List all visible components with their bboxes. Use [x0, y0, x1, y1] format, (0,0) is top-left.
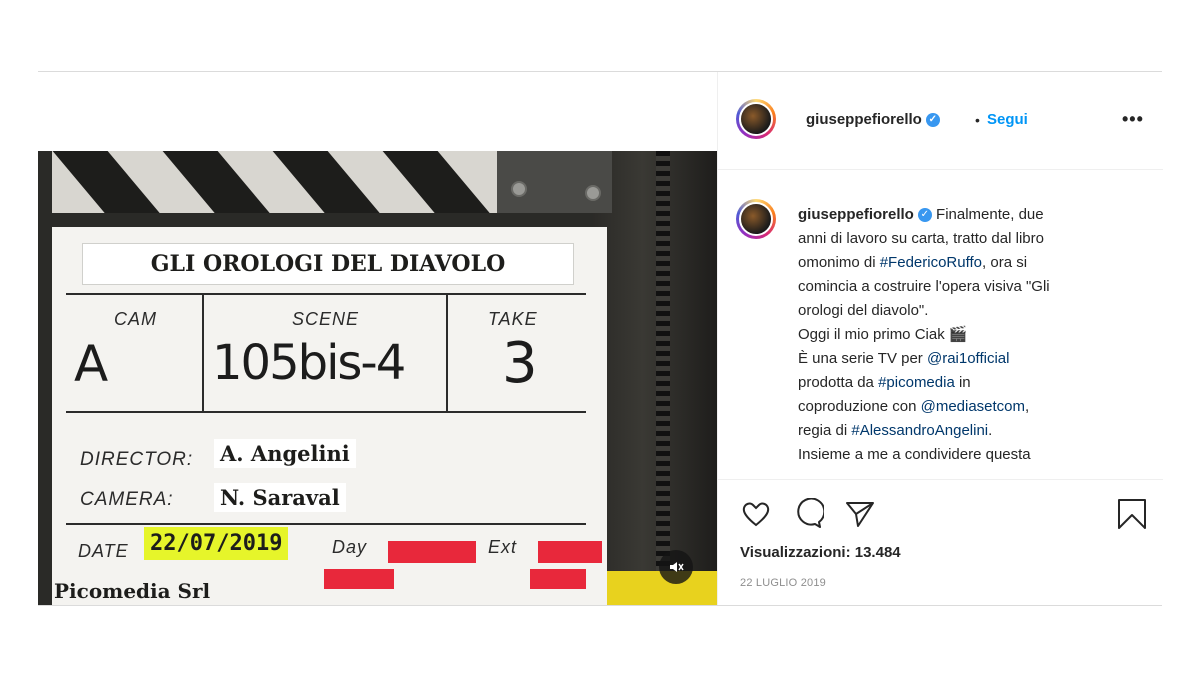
bookmark-icon[interactable]	[1116, 498, 1148, 530]
divider	[66, 411, 586, 413]
red-tape	[324, 569, 394, 589]
mention-link[interactable]: @rai1official	[927, 350, 1010, 367]
date-label: DATE	[78, 541, 129, 561]
hashtag-link[interactable]: #AlessandroAngelini	[851, 422, 988, 439]
caption-line: anni di lavoro su carta, tratto dal libr…	[798, 230, 1044, 247]
background-yellow	[593, 571, 717, 605]
red-tape	[530, 569, 586, 589]
caption-line: ,	[1025, 398, 1030, 415]
clapper-hinge	[497, 151, 612, 213]
clapper-title: GLI OROLOGI DEL DIAVOLO	[82, 243, 574, 285]
caption-line: .	[988, 422, 993, 439]
send-icon[interactable]	[844, 498, 876, 530]
caption-line: Finalmente, due	[936, 206, 1044, 223]
post-date[interactable]: 22 LUGLIO 2019	[740, 577, 826, 589]
screw	[585, 185, 601, 201]
director-value: A. Angelini	[214, 439, 356, 468]
divider	[202, 293, 204, 411]
scene-label: SCENE	[292, 309, 360, 329]
verified-badge-icon: ✓	[917, 208, 932, 223]
cam-label: CAM	[114, 309, 157, 329]
clapper-stripe	[255, 151, 404, 213]
caption-username[interactable]: giuseppefiorello	[798, 206, 914, 223]
divider	[66, 293, 586, 295]
caption-line: Oggi il mio primo Ciak 🎬	[798, 326, 968, 343]
post-media: GLI OROLOGI DEL DIAVOLO CAM SCENE TAKE A…	[38, 72, 717, 605]
screw	[511, 181, 527, 197]
hashtag-link[interactable]: #FedericoRuffo	[880, 254, 982, 271]
clapper-stripe	[145, 151, 294, 213]
take-label: TAKE	[488, 309, 538, 329]
follow-button[interactable]: Segui	[987, 111, 1028, 128]
caption-line: prodotta da	[798, 374, 874, 391]
verified-badge-icon: ✓	[925, 113, 940, 128]
clapper-stick	[52, 151, 612, 213]
take-value: 3	[502, 331, 538, 396]
username-text[interactable]: giuseppefiorello	[806, 111, 922, 128]
cam-value: A	[74, 335, 109, 393]
caption-line: Insieme a me a condividere questa	[798, 446, 1031, 463]
hashtag-link[interactable]: #picomedia	[878, 374, 955, 391]
post-sidebar: giuseppefiorello ✓ • Segui ••• giuseppefi…	[717, 72, 1163, 605]
caption-line: , ora si	[982, 254, 1028, 271]
camera-value: N. Saraval	[214, 483, 346, 512]
views-count[interactable]: Visualizzazioni: 13.484	[740, 544, 901, 561]
background-fabric	[593, 151, 717, 605]
action-bar: Visualizzazioni: 13.484 22 LUGLIO 2019	[718, 479, 1163, 606]
divider	[66, 523, 586, 525]
mute-button[interactable]	[659, 550, 693, 584]
comment-icon[interactable]	[792, 498, 824, 530]
caption-text: giuseppefiorello ✓ Finalmente, due anni d…	[798, 203, 1128, 467]
header-username[interactable]: giuseppefiorello ✓	[806, 111, 940, 128]
red-tape	[388, 541, 476, 563]
caption-line: omonimo di	[798, 254, 876, 271]
caption-avatar[interactable]	[736, 199, 776, 239]
date-sticker: 22/07/2019	[144, 527, 289, 560]
clapper-stripe	[365, 151, 514, 213]
caption-line: coproduzione con	[798, 398, 917, 415]
separator-dot: •	[975, 112, 980, 128]
day-label: Day	[332, 537, 368, 557]
video-player[interactable]: GLI OROLOGI DEL DIAVOLO CAM SCENE TAKE A…	[38, 151, 717, 605]
more-options-button[interactable]: •••	[1122, 109, 1144, 130]
red-tape	[538, 541, 602, 563]
post-container: GLI OROLOGI DEL DIAVOLO CAM SCENE TAKE A…	[38, 71, 1163, 606]
director-label: DIRECTOR:	[80, 449, 194, 470]
mention-link[interactable]: @mediasetcom	[921, 398, 1025, 415]
caption-line: orologi del diavolo".	[798, 302, 929, 319]
heart-icon[interactable]	[740, 498, 772, 530]
divider	[446, 293, 448, 411]
mute-icon	[670, 562, 684, 572]
post-header: giuseppefiorello ✓ • Segui •••	[718, 72, 1163, 170]
company-name: Picomedia Srl	[54, 579, 211, 603]
clapper-board: GLI OROLOGI DEL DIAVOLO CAM SCENE TAKE A…	[52, 227, 607, 605]
clapper-stripe	[52, 151, 184, 213]
camera-label: CAMERA:	[80, 489, 174, 510]
ext-label: Ext	[488, 537, 518, 557]
background-zipper	[656, 151, 670, 605]
caption-line: comincia a costruire l'opera visiva "Gli	[798, 278, 1050, 295]
caption-line: in	[958, 374, 971, 391]
caption-line: regia di	[798, 422, 848, 439]
avatar[interactable]	[736, 99, 776, 139]
scene-value: 105bis-4	[212, 335, 406, 391]
caption-line: È una serie TV per	[798, 350, 923, 367]
